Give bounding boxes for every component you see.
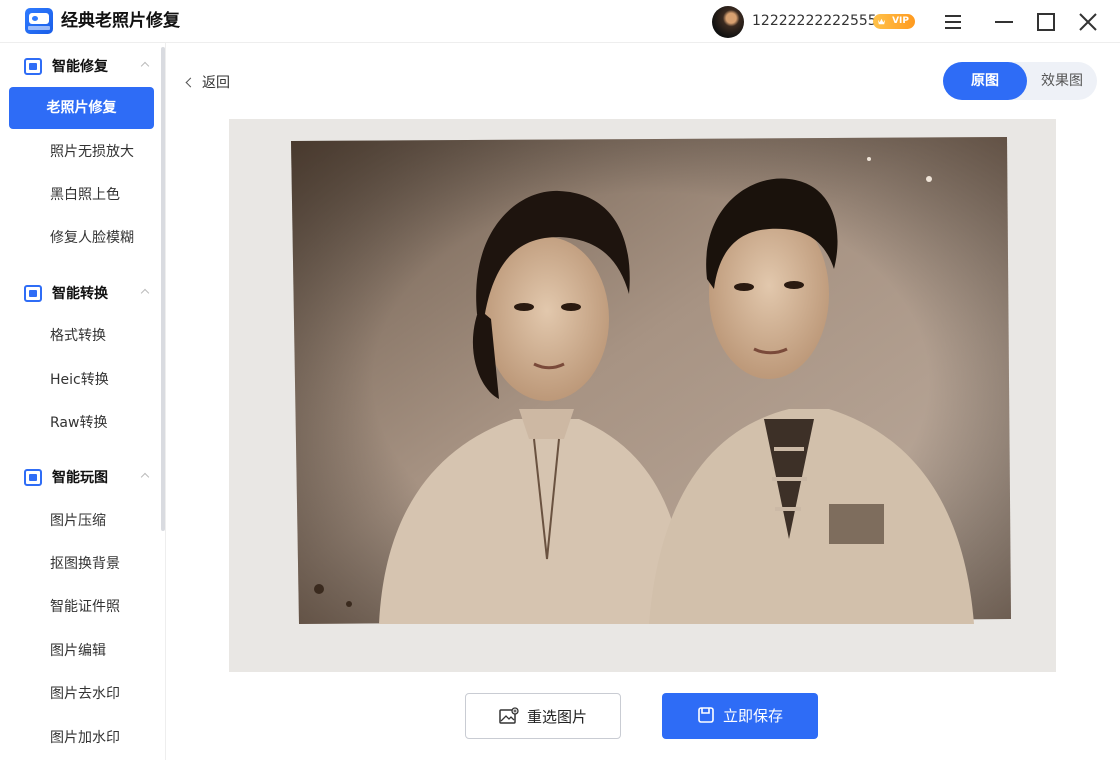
sidebar-item-face-deblur[interactable]: 修复人脸模糊 (9, 217, 154, 259)
save-label: 立即保存 (722, 707, 783, 725)
sidebar-item-colorize[interactable]: 黑白照上色 (9, 174, 154, 216)
user-phone[interactable]: 12222222222555 (752, 11, 877, 31)
sidebar-item-cutout-background[interactable]: 抠图换背景 (9, 543, 154, 585)
old-photo-preview (229, 119, 1056, 672)
sidebar-scrollbar[interactable] (161, 47, 165, 531)
image-icon (499, 707, 519, 724)
sidebar-group-repair[interactable]: 智能修复 (0, 48, 160, 84)
chevron-up-icon (140, 288, 150, 298)
app-logo-icon (25, 8, 53, 34)
vip-badge[interactable]: VIP (873, 14, 915, 29)
tab-result[interactable]: 效果图 (1027, 62, 1097, 100)
sidebar-item-raw-convert[interactable]: Raw转换 (9, 402, 154, 444)
sidebar-item-compress[interactable]: 图片压缩 (9, 500, 154, 542)
repair-group-icon (24, 58, 42, 75)
sidebar-item-id-photo[interactable]: 智能证件照 (9, 586, 154, 628)
sidebar-group-label: 智能玩图 (52, 470, 108, 486)
minimize-icon[interactable] (990, 7, 1020, 37)
save-icon (698, 707, 714, 723)
sidebar-item-old-photo-repair[interactable]: 老照片修复 (9, 87, 154, 129)
user-avatar[interactable] (712, 6, 744, 38)
reselect-image-button[interactable]: 重选图片 (465, 693, 621, 739)
sidebar-group-convert[interactable]: 智能转换 (0, 275, 160, 311)
sidebar-item-heic-convert[interactable]: Heic转换 (9, 359, 154, 401)
convert-group-icon (24, 285, 42, 302)
sidebar: 智能修复 老照片修复 照片无损放大 黑白照上色 修复人脸模糊 智能转换 格式转换… (0, 43, 166, 760)
title-bar: 经典老照片修复 12222222222555 VIP (0, 0, 1120, 43)
back-label: 返回 (202, 75, 230, 91)
sidebar-item-remove-watermark[interactable]: 图片去水印 (9, 673, 154, 715)
close-icon[interactable] (1073, 7, 1103, 37)
play-group-icon (24, 469, 42, 486)
sidebar-group-label: 智能修复 (52, 59, 108, 75)
vip-label: VIP (892, 16, 909, 26)
chevron-up-icon (140, 472, 150, 482)
save-now-button[interactable]: 立即保存 (662, 693, 818, 739)
sidebar-group-label: 智能转换 (52, 286, 108, 302)
sidebar-group-play[interactable]: 智能玩图 (0, 459, 160, 495)
back-button[interactable]: 返回 (184, 72, 230, 94)
chevron-left-icon (185, 77, 196, 88)
sidebar-item-add-watermark[interactable]: 图片加水印 (9, 717, 154, 759)
old-photo-image (229, 119, 1056, 672)
sidebar-item-format-convert[interactable]: 格式转换 (9, 315, 154, 357)
tab-original[interactable]: 原图 (943, 62, 1027, 100)
sidebar-item-lossless-upscale[interactable]: 照片无损放大 (9, 131, 154, 173)
app-title: 经典老照片修复 (61, 11, 180, 31)
vip-crown-icon (877, 18, 886, 25)
maximize-icon[interactable] (1032, 7, 1062, 37)
sidebar-item-image-edit[interactable]: 图片编辑 (9, 630, 154, 672)
chevron-up-icon (140, 61, 150, 71)
menu-icon[interactable] (938, 7, 968, 37)
view-toggle: 原图 效果图 (943, 62, 1097, 100)
reselect-label: 重选图片 (526, 708, 587, 726)
